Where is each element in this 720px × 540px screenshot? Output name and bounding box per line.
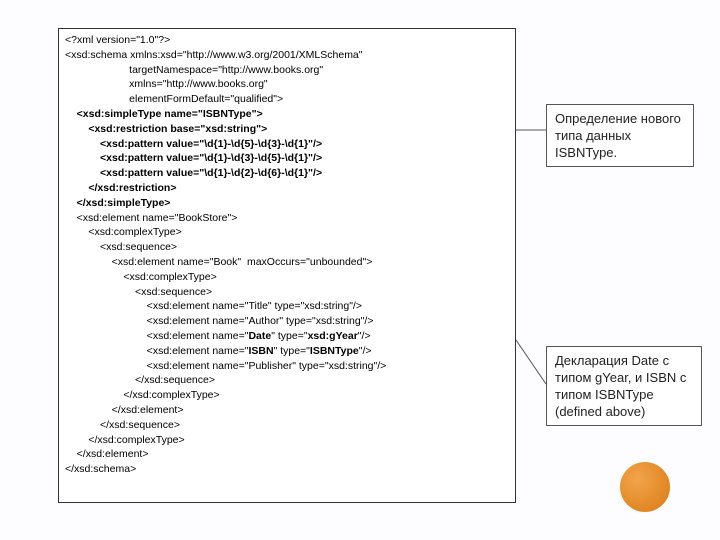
code-line-bold: <xsd:pattern value="\d{1}-\d{3}-\d{5}-\d… [65,152,322,164]
code-line: <xsd:element name="BookStore"> [65,212,237,224]
code-line: <xsd:complexType> [65,271,217,283]
code-line: </xsd:schema> [65,463,136,475]
callout-text: Декларация Date с типом gYear, и ISBN с … [555,353,686,419]
code-line: targetNamespace="http://www.books.org" [65,64,323,76]
code-block: <?xml version="1.0"?> <xsd:schema xmlns:… [58,28,516,503]
code-line: <?xml version="1.0"?> [65,34,170,46]
callout-isbntype: Определение нового типа данных ISBNType. [546,104,694,167]
code-line: <xsd:schema xmlns:xsd="http://www.w3.org… [65,49,363,61]
code-line: <xsd:element name="Title" type="xsd:stri… [65,300,362,312]
code-line: <xsd:sequence> [65,241,177,253]
code-line: <xsd:sequence> [65,286,212,298]
code-line: <xsd:element name="Author" type="xsd:str… [65,315,373,327]
code-line: xmlns="http://www.books.org" [65,78,268,90]
code-line: <xsd:element name="ISBN" type="ISBNType"… [65,345,372,357]
accent-circle-icon [620,462,670,512]
code-line: <xsd:element name="Book" maxOccurs="unbo… [65,256,372,268]
code-line: elementFormDefault="qualified"> [65,93,283,105]
code-line: </xsd:sequence> [65,419,180,431]
code-line: </xsd:element> [65,404,183,416]
code-line: <xsd:element name="Publisher" type="xsd:… [65,360,386,372]
code-line-bold: <xsd:pattern value="\d{1}-\d{2}-\d{6}-\d… [65,167,322,179]
code-line-bold: <xsd:restriction base="xsd:string"> [65,123,267,135]
code-line-bold: </xsd:simpleType> [65,197,170,209]
code-line: </xsd:element> [65,448,148,460]
code-line: </xsd:sequence> [65,374,215,386]
code-line: </xsd:complexType> [65,434,185,446]
code-line: </xsd:complexType> [65,389,220,401]
code-line-bold: </xsd:restriction> [65,182,176,194]
callout-text: Определение нового типа данных ISBNType. [555,111,681,160]
code-line-bold: <xsd:pattern value="\d{1}-\d{5}-\d{3}-\d… [65,138,322,150]
code-line: <xsd:complexType> [65,226,182,238]
code-line-bold: <xsd:simpleType name="ISBNType"> [65,108,263,120]
callout-date-isbn: Декларация Date с типом gYear, и ISBN с … [546,346,702,426]
code-line: <xsd:element name="Date" type="xsd:gYear… [65,330,371,342]
